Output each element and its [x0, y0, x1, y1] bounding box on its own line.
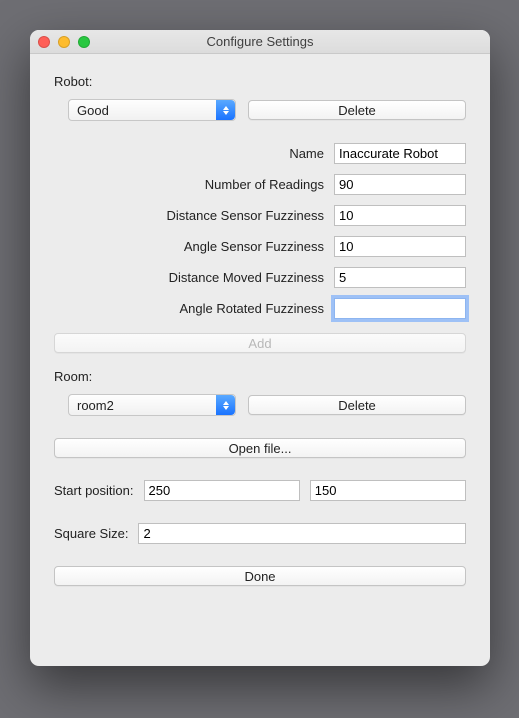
room-section-label: Room:	[54, 369, 466, 384]
square-size-label: Square Size:	[54, 526, 128, 541]
room-select[interactable]: room2	[68, 394, 236, 416]
robot-delete-button[interactable]: Delete	[248, 100, 466, 120]
open-file-label: Open file...	[229, 441, 292, 456]
dist-moved-label: Distance Moved Fuzziness	[54, 270, 324, 285]
start-y-field[interactable]	[310, 480, 466, 501]
content: Robot: Good Delete Name Number of Readin…	[30, 54, 490, 606]
window-title: Configure Settings	[30, 34, 490, 49]
room-delete-label: Delete	[338, 398, 376, 413]
readings-label: Number of Readings	[54, 177, 324, 192]
add-button[interactable]: Add	[54, 333, 466, 353]
add-label: Add	[248, 336, 271, 351]
zoom-icon[interactable]	[78, 36, 90, 48]
robot-form: Name Number of Readings Distance Sensor …	[54, 143, 466, 319]
start-x-field[interactable]	[144, 480, 300, 501]
angle-sensor-label: Angle Sensor Fuzziness	[54, 239, 324, 254]
dist-sensor-field[interactable]	[334, 205, 466, 226]
done-label: Done	[244, 569, 275, 584]
start-position-label: Start position:	[54, 483, 134, 498]
chevron-updown-icon	[216, 100, 235, 120]
square-size-field[interactable]	[138, 523, 466, 544]
robot-select[interactable]: Good	[68, 99, 236, 121]
name-label: Name	[54, 146, 324, 161]
angle-sensor-field[interactable]	[334, 236, 466, 257]
minimize-icon[interactable]	[58, 36, 70, 48]
readings-field[interactable]	[334, 174, 466, 195]
room-delete-button[interactable]: Delete	[248, 395, 466, 415]
room-select-value: room2	[77, 398, 114, 413]
dist-sensor-label: Distance Sensor Fuzziness	[54, 208, 324, 223]
done-button[interactable]: Done	[54, 566, 466, 586]
settings-window: Configure Settings Robot: Good Delete Na…	[30, 30, 490, 666]
traffic-lights	[38, 36, 90, 48]
open-file-button[interactable]: Open file...	[54, 438, 466, 458]
chevron-updown-icon	[216, 395, 235, 415]
close-icon[interactable]	[38, 36, 50, 48]
titlebar: Configure Settings	[30, 30, 490, 54]
dist-moved-field[interactable]	[334, 267, 466, 288]
angle-rot-label: Angle Rotated Fuzziness	[54, 301, 324, 316]
angle-rot-field[interactable]	[334, 298, 466, 319]
robot-delete-label: Delete	[338, 103, 376, 118]
robot-select-value: Good	[77, 103, 109, 118]
name-field[interactable]	[334, 143, 466, 164]
robot-section-label: Robot:	[54, 74, 466, 89]
